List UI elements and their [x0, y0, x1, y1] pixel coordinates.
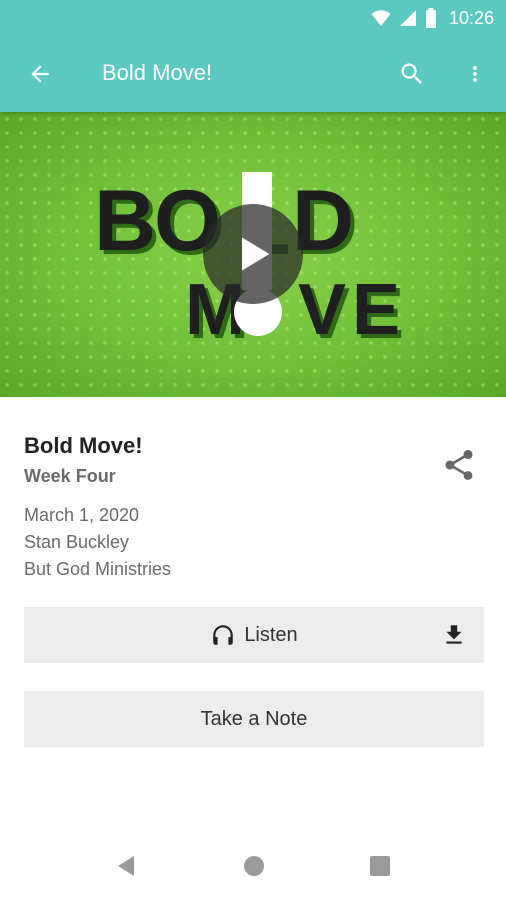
svg-text:V: V	[298, 270, 346, 350]
nav-home-icon[interactable]	[243, 855, 265, 877]
download-icon	[446, 625, 462, 644]
more-vert-icon	[473, 66, 477, 82]
battery-icon	[425, 8, 436, 28]
back-button[interactable]	[20, 58, 60, 90]
sermon-date: March 1, 2020	[24, 505, 140, 525]
wifi-icon	[371, 10, 391, 26]
status-bar: 10:26	[0, 0, 506, 36]
sermon-artwork: B O L D M V E B O D M V E	[0, 112, 506, 397]
listen-button[interactable]: Listen	[24, 607, 484, 663]
play-icon	[242, 237, 270, 271]
nav-back-icon[interactable]	[114, 854, 138, 878]
listen-content: Listen	[210, 622, 298, 648]
svg-text:E: E	[352, 270, 400, 350]
download-button[interactable]	[440, 621, 468, 649]
search-icon	[401, 63, 422, 84]
app-bar: Bold Move!	[0, 36, 506, 112]
sermon-details: Bold Move! Week Four March 1, 2020 Stan …	[24, 432, 444, 583]
share-button[interactable]	[438, 444, 480, 486]
system-navigation-bar	[0, 830, 506, 900]
page-title: Bold Move!	[102, 60, 213, 85]
headphones-icon	[213, 625, 234, 645]
cell-signal-icon	[399, 10, 416, 26]
status-icons: 10:26	[371, 0, 494, 36]
take-a-note-button[interactable]: Take a Note	[24, 691, 484, 747]
nav-recents-icon[interactable]	[370, 856, 390, 876]
sermon-speaker: Stan Buckley	[24, 532, 130, 552]
search-button[interactable]	[392, 58, 432, 90]
svg-text:B: B	[94, 173, 156, 269]
play-video-button[interactable]	[203, 204, 303, 304]
share-icon	[445, 450, 473, 480]
more-options-button[interactable]	[460, 58, 490, 90]
sermon-subtitle: Week Four	[24, 466, 116, 486]
take-a-note-label: Take a Note	[200, 707, 308, 730]
sermon-title: Bold Move!	[24, 433, 143, 458]
status-time: 10:26	[448, 7, 494, 28]
sermon-ministry: But God Ministries	[24, 559, 172, 579]
listen-label: Listen	[244, 623, 298, 646]
arrow-back-icon	[31, 65, 49, 83]
